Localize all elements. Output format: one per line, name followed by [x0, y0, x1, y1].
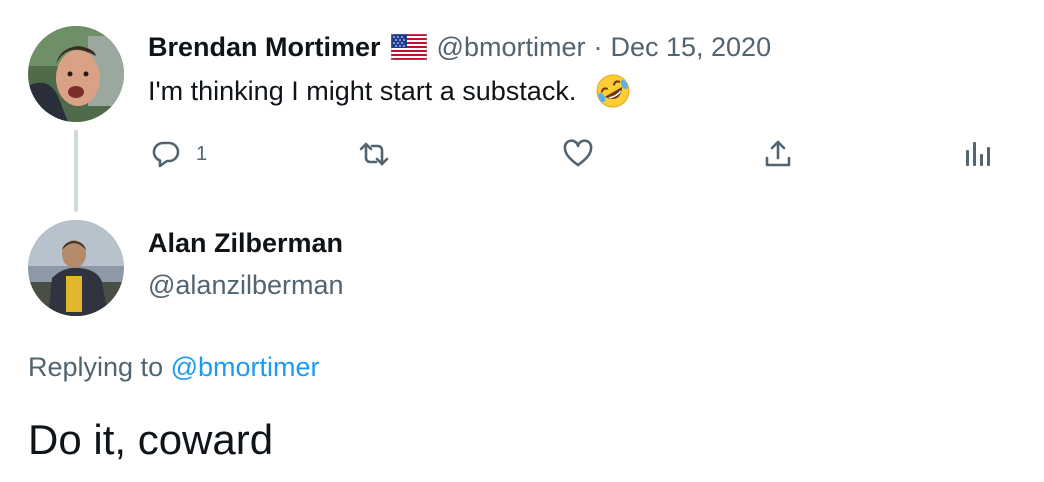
reply-author-handle[interactable]: @alanzilberman	[148, 270, 344, 301]
reply-text: Do it, coward	[28, 416, 274, 463]
reply-icon	[150, 138, 182, 170]
tweet-header: Brendan Mortimer @bmortimer · Dec 15, 20…	[148, 30, 771, 64]
retweet-button[interactable]	[358, 136, 390, 172]
us-flag-icon	[390, 34, 427, 60]
avatar-brendan-mortimer[interactable]	[28, 26, 124, 122]
reply-author-name[interactable]: Alan Zilberman	[148, 228, 343, 259]
separator-dot: ·	[593, 31, 603, 62]
tweet-body: I'm thinking I might start a substack.	[148, 74, 632, 108]
analytics-button[interactable]	[962, 136, 994, 172]
share-button[interactable]	[762, 136, 794, 172]
avatar-photo	[28, 26, 124, 122]
reply-button[interactable]: 1	[150, 136, 207, 172]
thread-connector-line	[74, 130, 78, 212]
replying-to-line: Replying to @bmortimer	[28, 352, 320, 383]
author-name[interactable]: Brendan Mortimer	[148, 32, 381, 63]
retweet-icon	[358, 138, 390, 170]
avatar-photo	[28, 220, 124, 316]
like-button[interactable]	[562, 136, 594, 172]
tweet-date[interactable]: Dec 15, 2020	[610, 32, 771, 63]
replying-to-prefix: Replying to	[28, 352, 164, 382]
author-handle[interactable]: @bmortimer	[437, 32, 586, 63]
share-icon	[762, 138, 794, 170]
analytics-icon	[962, 138, 994, 170]
reply-count: 1	[196, 142, 208, 165]
rolling-on-floor-laughing-emoji	[594, 72, 632, 110]
avatar-alan-zilberman[interactable]	[28, 220, 124, 316]
tweet-text: I'm thinking I might start a substack.	[148, 75, 577, 106]
replying-to-mention[interactable]: @bmortimer	[171, 352, 320, 382]
heart-icon	[562, 138, 594, 170]
